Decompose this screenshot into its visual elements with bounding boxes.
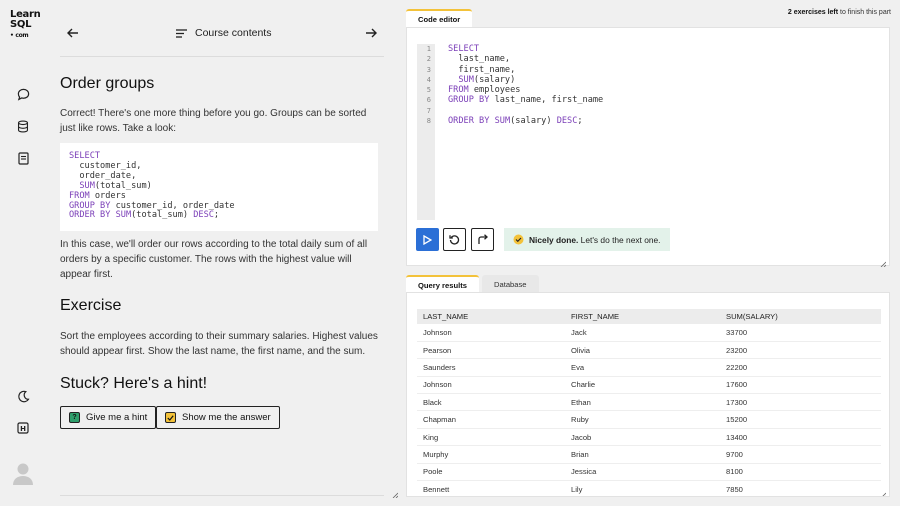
course-contents-button[interactable]: Course contents bbox=[176, 24, 271, 42]
column-header: SUM(SALARY) bbox=[720, 309, 881, 324]
svg-text:H: H bbox=[20, 425, 26, 433]
column-header: LAST_NAME bbox=[417, 309, 565, 324]
success-toast: Nicely done. Let's do the next one. bbox=[504, 228, 670, 251]
forward-arrow-icon[interactable] bbox=[362, 24, 380, 42]
menu-icon bbox=[176, 28, 187, 38]
show-answer-button[interactable]: Show me the answer bbox=[156, 406, 280, 429]
exercise-text: Sort the employees according to their su… bbox=[60, 331, 378, 357]
divider bbox=[60, 495, 384, 496]
query-results-panel: LAST_NAME FIRST_NAME SUM(SALARY) Johnson… bbox=[406, 292, 890, 497]
thumbs-up-icon bbox=[513, 234, 524, 245]
line-number-gutter: 12345678 bbox=[417, 44, 435, 220]
table-row: Murphy Brian 9700 bbox=[417, 445, 881, 464]
tab-database[interactable]: Database bbox=[482, 275, 539, 293]
resize-handle-icon[interactable] bbox=[392, 487, 399, 499]
lesson-toolbar: Course contents bbox=[60, 22, 384, 44]
toast-bold-text: Nicely done. bbox=[529, 234, 579, 245]
show-answer-label: Show me the answer bbox=[182, 412, 271, 423]
exercises-left-note: 2 exercises left to finish this part bbox=[788, 9, 891, 16]
check-icon bbox=[165, 412, 176, 423]
tab-code-editor[interactable]: Code editor bbox=[406, 9, 473, 27]
reset-icon bbox=[449, 235, 460, 245]
exercises-left-count: 2 exercises left bbox=[787, 9, 839, 16]
help-icon[interactable]: H bbox=[15, 420, 31, 436]
lesson-intro: Correct! There's one more thing before y… bbox=[60, 108, 367, 134]
lesson-pane: Course contents Order groups Correct! Th… bbox=[46, 0, 398, 506]
table-row: Chapman Ruby 15200 bbox=[417, 410, 881, 429]
exercise-title: Exercise bbox=[60, 297, 122, 314]
resize-handle-icon[interactable] bbox=[880, 256, 887, 268]
table-row: Poole Jessica 8100 bbox=[417, 463, 881, 482]
back-arrow-icon[interactable] bbox=[64, 24, 82, 42]
avatar[interactable] bbox=[12, 462, 34, 486]
table-row: Bennett Lily 7850 bbox=[417, 480, 881, 496]
table-row: Pearson Olivia 23200 bbox=[417, 341, 881, 360]
results-table: LAST_NAME FIRST_NAME SUM(SALARY) Johnson… bbox=[417, 309, 881, 496]
logo-text-line3: • com bbox=[10, 32, 29, 39]
table-header-row: LAST_NAME FIRST_NAME SUM(SALARY) bbox=[417, 309, 881, 324]
table-row: King Jacob 13400 bbox=[417, 428, 881, 447]
resize-handle-icon[interactable] bbox=[880, 487, 887, 496]
lesson-explanation: In this case, we'll order our rows accor… bbox=[60, 239, 368, 280]
example-code-block: SELECT customer_id, order_date, SUM(tota… bbox=[60, 143, 378, 231]
hint-title: Stuck? Here's a hint! bbox=[60, 375, 208, 392]
hint-icon: ? bbox=[69, 412, 80, 423]
logo-text-line2: SQL bbox=[10, 19, 32, 30]
divider bbox=[60, 56, 384, 57]
exercises-left-text: to finish this part bbox=[838, 9, 891, 16]
moon-icon[interactable] bbox=[15, 388, 31, 404]
give-hint-button[interactable]: ? Give me a hint bbox=[60, 406, 157, 429]
table-row: Saunders Eva 22200 bbox=[417, 358, 881, 377]
notes-icon[interactable] bbox=[15, 150, 31, 166]
code-editor-input[interactable]: SELECT last_name, first_name, SUM(salary… bbox=[448, 44, 603, 126]
tab-query-results[interactable]: Query results bbox=[406, 275, 479, 293]
chat-icon[interactable] bbox=[15, 86, 31, 102]
next-step-button[interactable] bbox=[471, 228, 494, 251]
reset-button[interactable] bbox=[443, 228, 466, 251]
give-hint-label: Give me a hint bbox=[86, 412, 148, 423]
table-row: Black Ethan 17300 bbox=[417, 393, 881, 412]
column-header: FIRST_NAME bbox=[565, 309, 720, 324]
table-row: Johnson Jack 33700 bbox=[417, 324, 881, 342]
logo[interactable]: Learn SQL • com bbox=[10, 10, 41, 41]
toast-text: Let's do the next one. bbox=[578, 234, 661, 245]
run-button[interactable] bbox=[416, 228, 439, 251]
left-rail: Learn SQL • com H bbox=[0, 0, 46, 506]
lesson-title: Order groups bbox=[60, 75, 155, 92]
play-icon bbox=[423, 234, 432, 245]
redo-arrow-icon bbox=[478, 234, 488, 244]
database-icon[interactable] bbox=[15, 118, 31, 134]
course-contents-label: Course contents bbox=[195, 27, 272, 39]
table-row: Johnson Charlie 17600 bbox=[417, 376, 881, 395]
